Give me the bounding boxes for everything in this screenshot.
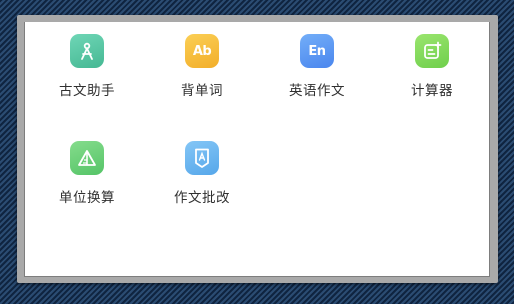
app-grid-panel: 古文助手 Ab 背单词 En 英语作文 计算器 单位换算 作文批改 <box>24 22 490 277</box>
ruler-triangle-icon <box>70 141 104 175</box>
icon-glyph: En <box>308 43 326 59</box>
app-tile-guwen-assistant[interactable]: 古文助手 <box>37 22 137 102</box>
app-label: 单位换算 <box>59 190 115 206</box>
app-label: 背单词 <box>181 83 223 99</box>
app-tile-essay-correction[interactable]: 作文批改 <box>152 129 252 209</box>
essay-check-icon <box>185 141 219 175</box>
app-label: 英语作文 <box>289 83 345 99</box>
icon-glyph: Ab <box>192 43 212 59</box>
app-label: 计算器 <box>411 83 453 99</box>
calculator-icon <box>415 34 449 68</box>
ab-letters-icon: Ab <box>185 34 219 68</box>
app-tile-unit-conversion[interactable]: 单位换算 <box>37 129 137 209</box>
app-tile-calculator[interactable]: 计算器 <box>382 22 482 102</box>
app-tile-vocabulary[interactable]: Ab 背单词 <box>152 22 252 102</box>
compass-icon <box>70 34 104 68</box>
app-label: 作文批改 <box>174 190 230 206</box>
app-label: 古文助手 <box>59 83 115 99</box>
en-letters-icon: En <box>300 34 334 68</box>
app-tile-english-essay[interactable]: En 英语作文 <box>267 22 367 102</box>
